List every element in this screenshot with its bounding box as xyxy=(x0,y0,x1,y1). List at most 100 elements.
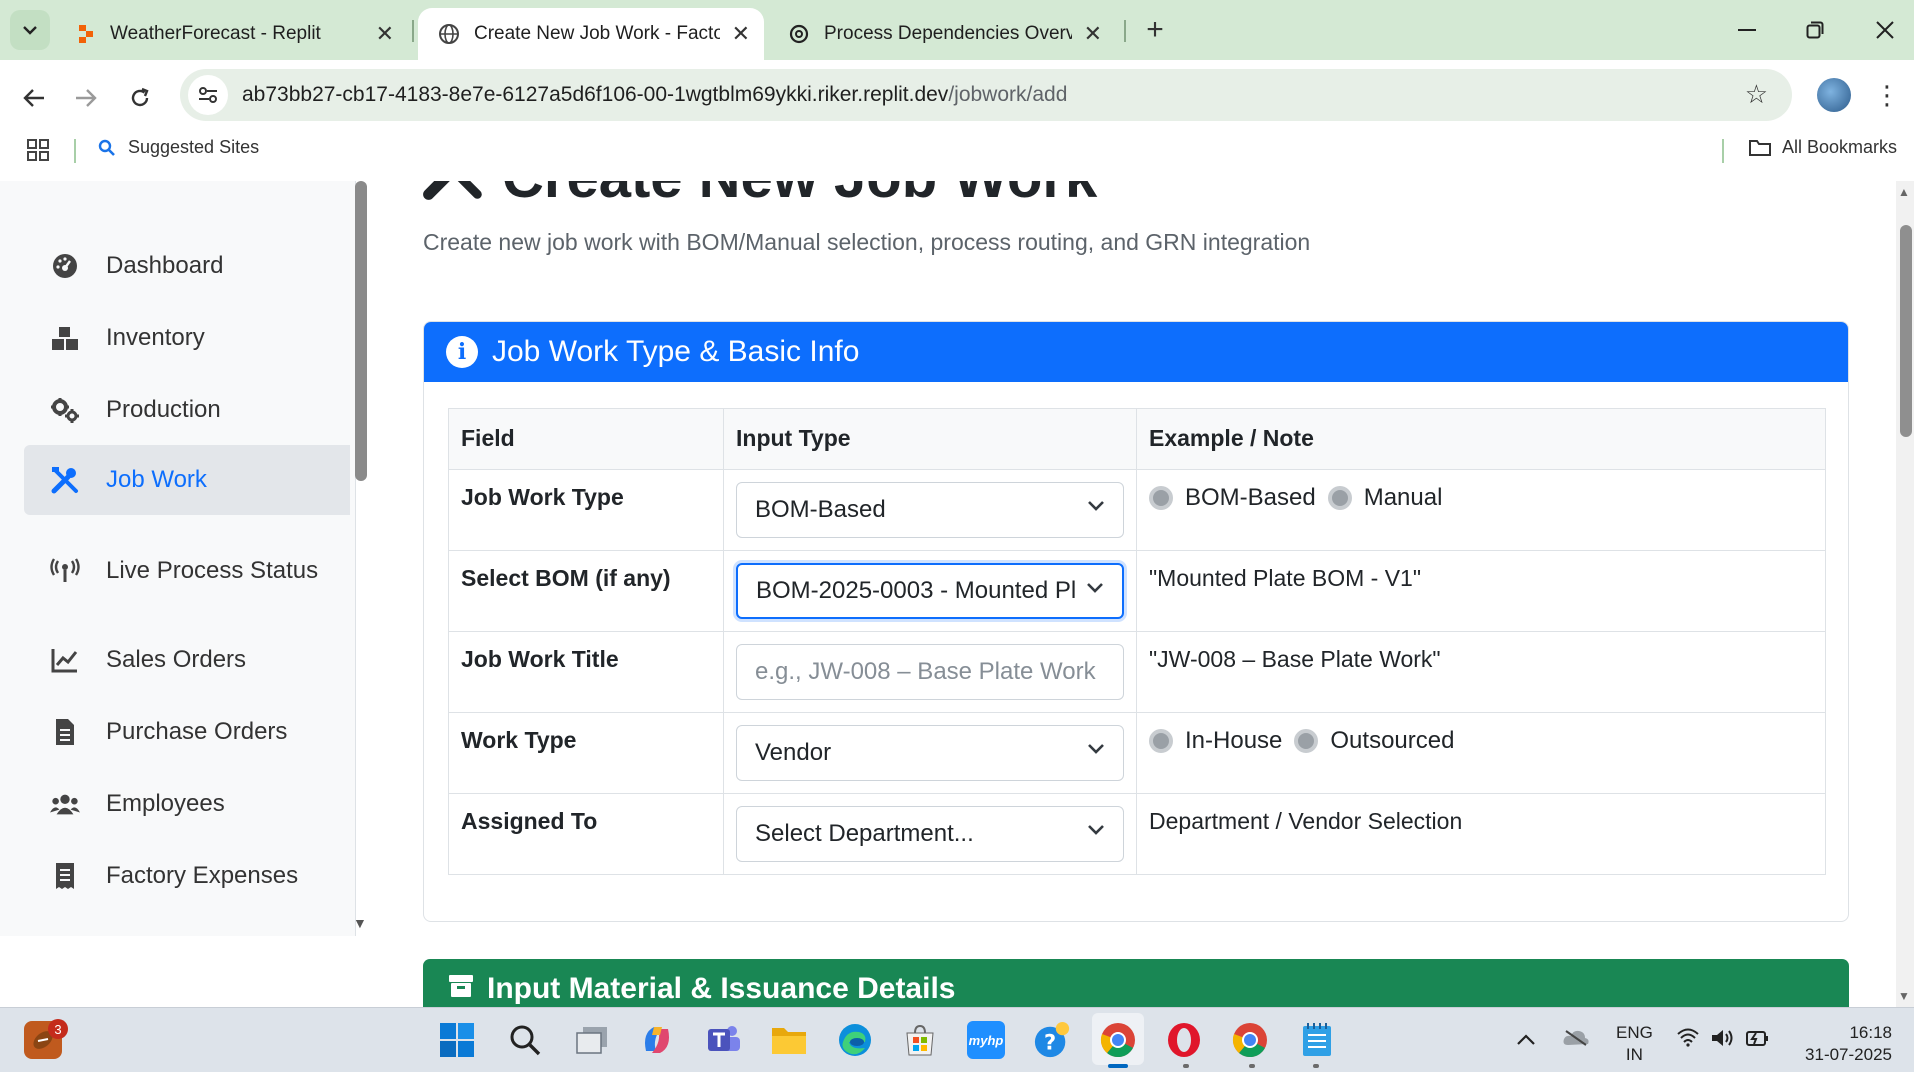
close-icon[interactable]: ✕ xyxy=(732,23,750,45)
sidebar-item-label: Sales Orders xyxy=(106,646,247,673)
scroll-down-arrow-icon[interactable]: ▼ xyxy=(353,915,367,931)
help-icon[interactable]: ? xyxy=(1033,1021,1071,1059)
sidebar-item-live-process-status[interactable]: Live Process Status xyxy=(24,536,350,606)
region-code: IN xyxy=(1625,1045,1643,1064)
url-text: ab73bb27-cb17-4183-8e7e-6127a5d6f106-00-… xyxy=(242,83,1067,107)
input-cell xyxy=(723,631,1137,713)
chrome-icon[interactable] xyxy=(1099,1021,1137,1059)
all-bookmarks-button[interactable]: All Bookmarks xyxy=(1748,137,1897,158)
task-view-icon[interactable] xyxy=(573,1021,611,1059)
input-cell: Select Department... xyxy=(723,793,1137,875)
sidebar-item-production[interactable]: Production xyxy=(24,375,350,445)
teams-icon[interactable] xyxy=(705,1021,743,1059)
minimize-icon xyxy=(1738,29,1756,31)
close-icon[interactable]: ✕ xyxy=(376,23,394,45)
chevron-down-icon xyxy=(1088,744,1104,754)
sidebar-scrollbar[interactable] xyxy=(355,181,367,481)
restore-button[interactable] xyxy=(1792,10,1838,50)
scroll-up-arrow-icon[interactable]: ▲ xyxy=(1898,185,1910,199)
work-type-select[interactable]: Vendor xyxy=(736,725,1124,781)
notepad-icon[interactable] xyxy=(1298,1021,1336,1059)
url-host: ab73bb27-cb17-4183-8e7e-6127a5d6f106-00-… xyxy=(242,83,949,106)
volume-icon[interactable] xyxy=(1710,1027,1736,1055)
apps-grid-icon[interactable] xyxy=(26,138,50,167)
chrome-icon[interactable] xyxy=(1231,1021,1269,1059)
opera-icon[interactable] xyxy=(1165,1021,1203,1059)
browser-menu-icon[interactable]: ⋮ xyxy=(1872,78,1902,112)
copilot-icon[interactable] xyxy=(638,1021,676,1059)
language-indicator[interactable]: ENG IN xyxy=(1616,1022,1653,1066)
sidebar-item-factory-expenses[interactable]: Factory Expenses xyxy=(24,841,350,911)
search-icon xyxy=(98,139,115,156)
tab-search-button[interactable] xyxy=(10,10,50,50)
page-scrollbar-thumb[interactable] xyxy=(1900,225,1912,437)
job-work-title-input[interactable] xyxy=(736,644,1124,700)
sidebar-item-label: Employees xyxy=(106,790,225,817)
file-explorer-icon[interactable] xyxy=(770,1021,808,1059)
sidebar-item-label: Live Process Status xyxy=(106,557,319,584)
card-header: i Job Work Type & Basic Info xyxy=(424,322,1848,382)
radio-label: Manual xyxy=(1363,484,1443,511)
close-window-button[interactable] xyxy=(1862,10,1908,50)
tab-weatherforecast[interactable]: WeatherForecast - Replit ✕ xyxy=(56,8,408,60)
broadcast-icon xyxy=(50,556,80,586)
back-button[interactable] xyxy=(16,80,52,116)
tab-title: Create New Job Work - Factory xyxy=(474,23,720,44)
sidebar-item-job-work[interactable]: Job Work xyxy=(24,445,350,515)
table-row: Job Work Title "JW-008 – Base Plate Work… xyxy=(448,631,1826,713)
show-hidden-icons-chevron-icon[interactable] xyxy=(1516,1027,1536,1053)
card-header-title: Job Work Type & Basic Info xyxy=(492,335,860,368)
job-work-type-select[interactable]: BOM-Based xyxy=(736,482,1124,538)
globe-icon xyxy=(439,24,459,44)
radio-bom-based[interactable] xyxy=(1149,486,1173,510)
reload-button[interactable] xyxy=(122,80,158,116)
bookmark-suggested-sites[interactable]: Suggested Sites xyxy=(98,137,259,158)
microsoft-store-icon[interactable] xyxy=(901,1021,939,1059)
minimize-button[interactable] xyxy=(1724,10,1770,50)
tab-separator xyxy=(412,20,414,42)
language-code: ENG xyxy=(1616,1023,1653,1042)
restore-icon xyxy=(1806,21,1824,39)
new-tab-button[interactable]: + xyxy=(1137,10,1173,50)
radio-label: In-House xyxy=(1185,727,1283,754)
forward-button[interactable] xyxy=(68,80,104,116)
sidebar-item-dashboard[interactable]: Dashboard xyxy=(24,231,350,301)
assigned-to-select[interactable]: Select Department... xyxy=(736,806,1124,862)
svg-text:?: ? xyxy=(1044,1031,1056,1055)
onedrive-icon[interactable] xyxy=(1562,1027,1590,1053)
radio-in-house[interactable] xyxy=(1149,729,1173,753)
sidebar-item-sales-orders[interactable]: Sales Orders xyxy=(24,625,350,695)
address-bar[interactable]: ab73bb27-cb17-4183-8e7e-6127a5d6f106-00-… xyxy=(180,69,1792,121)
windows-start-icon[interactable] xyxy=(438,1021,476,1059)
close-icon[interactable]: ✕ xyxy=(1084,23,1102,45)
tab-separator xyxy=(1124,20,1126,42)
bom-select[interactable]: BOM-2025-0003 - Mounted Plate BOM - V1 xyxy=(736,563,1124,619)
myhp-icon[interactable]: myhp xyxy=(967,1021,1005,1059)
running-app-indicator xyxy=(1249,1064,1255,1068)
bookmark-divider xyxy=(1722,139,1724,163)
boxes-icon xyxy=(50,323,80,353)
site-info-button[interactable] xyxy=(188,75,228,115)
wifi-icon[interactable] xyxy=(1676,1027,1700,1053)
sidebar-item-inventory[interactable]: Inventory xyxy=(24,303,350,373)
gears-icon xyxy=(50,395,80,425)
bookmark-star-icon[interactable]: ☆ xyxy=(1745,81,1768,107)
tab-create-job-work[interactable]: Create New Job Work - Factory ✕ xyxy=(418,8,764,60)
radio-outsourced[interactable] xyxy=(1294,729,1319,753)
scroll-down-arrow-icon[interactable]: ▼ xyxy=(1898,989,1910,1003)
table-row: Work Type Vendor In-House Outsourced xyxy=(448,712,1826,794)
tools-icon xyxy=(50,465,80,495)
sidebar-item-employees[interactable]: Employees xyxy=(24,769,350,839)
radio-group: In-House Outsourced xyxy=(1149,727,1813,755)
system-clock[interactable]: 16:18 31-07-2025 xyxy=(1796,1022,1892,1066)
battery-icon[interactable] xyxy=(1744,1027,1770,1055)
search-icon[interactable] xyxy=(506,1021,544,1059)
input-cell: BOM-2025-0003 - Mounted Plate BOM - V1 xyxy=(723,550,1137,632)
radio-manual[interactable] xyxy=(1327,486,1352,510)
note-cell: "Mounted Plate BOM - V1" xyxy=(1136,550,1826,632)
profile-avatar[interactable] xyxy=(1817,78,1851,112)
edge-icon[interactable] xyxy=(836,1021,874,1059)
tab-process-dependencies[interactable]: Process Dependencies Overview ✕ xyxy=(768,8,1116,60)
field-label: Job Work Title xyxy=(448,631,724,713)
sidebar-item-purchase-orders[interactable]: Purchase Orders xyxy=(24,697,350,767)
